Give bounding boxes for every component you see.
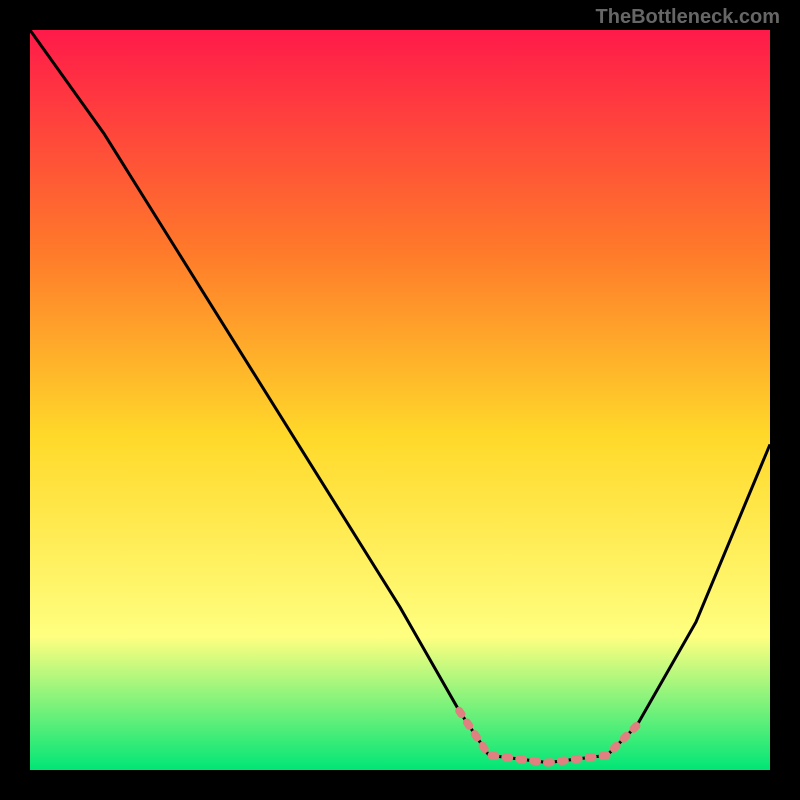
gradient-background xyxy=(30,30,770,770)
chart-container: TheBottleneck.com xyxy=(0,0,800,800)
watermark-text: TheBottleneck.com xyxy=(596,6,780,29)
chart-svg xyxy=(30,30,770,770)
plot-area xyxy=(30,30,770,770)
